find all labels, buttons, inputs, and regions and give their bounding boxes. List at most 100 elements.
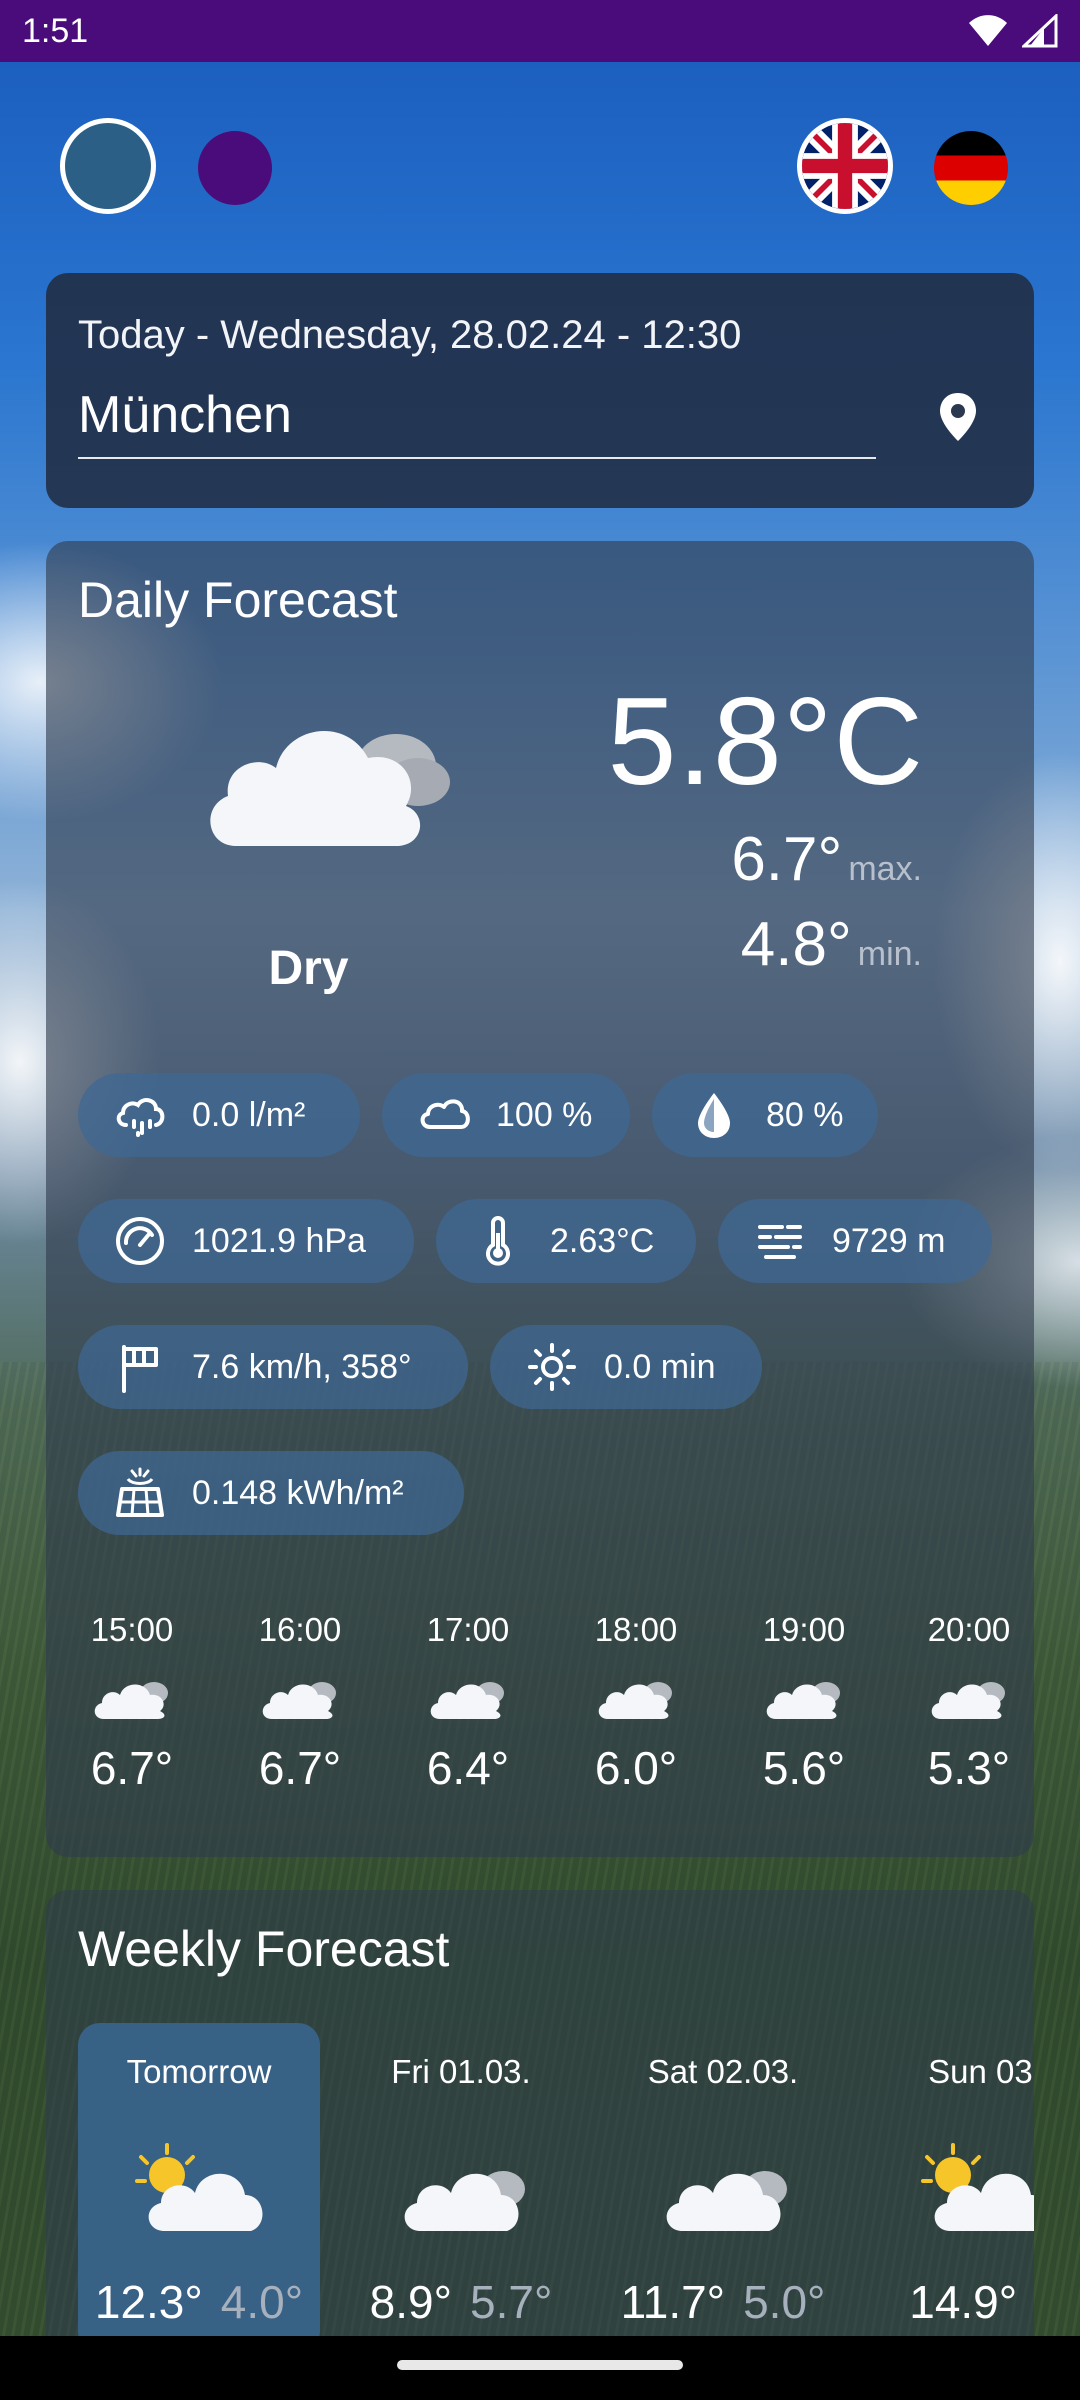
thermometer-icon [486, 1216, 510, 1266]
wind-chip: 7.6 km/h, 358° [78, 1325, 468, 1409]
week-day-item[interactable]: Sat 02.03. 11.7° 5.0° [602, 2023, 844, 2336]
day-label: Sat 02.03. [647, 2053, 799, 2090]
uk-flag-icon [802, 123, 888, 209]
hour-temp: 5.3° [927, 1742, 1011, 1794]
date-time-label: Today - Wednesday, 28.02.24 - 12:30 [78, 313, 742, 357]
hourly-item: 18:00 6.0° [571, 1611, 701, 1795]
hour-time: 18:00 [594, 1611, 678, 1648]
visibility-value: 9729 m [832, 1221, 946, 1260]
fog-icon [758, 1225, 802, 1259]
day-min-temp: 5.7° [470, 2276, 553, 2328]
max-label: max. [848, 850, 922, 888]
cloudy-icon [210, 731, 450, 846]
week-day-item[interactable]: Sun 03. 14.9°4 [864, 2023, 1034, 2336]
gauge-icon [116, 1217, 164, 1265]
day-max-temp: 12.3° [94, 2276, 203, 2328]
hourly-item: 15:00 6.7° [67, 1611, 197, 1795]
day-max-temp: 14.9° [909, 2276, 1018, 2328]
max-temperature-value: 6.7° [731, 825, 843, 894]
cloud-icon [420, 1099, 470, 1129]
hour-time: 20:00 [927, 1611, 1011, 1648]
purple-theme-button[interactable] [198, 131, 272, 205]
status-time: 1:51 [22, 11, 89, 50]
windsock-icon [122, 1345, 158, 1393]
visibility-chip: 9729 m [718, 1199, 992, 1283]
hourly-item: 17:00 6.4° [403, 1611, 533, 1795]
wind-value: 7.6 km/h, 358° [192, 1347, 412, 1386]
daily-forecast-card: Daily Forecast Dry 5.8°C 6.7° max. 4.8° … [46, 541, 1034, 1857]
hourly-item: 16:00 6.7° [235, 1611, 365, 1795]
partly-sunny-icon [135, 2143, 263, 2231]
pressure-chip: 1021.9 hPa [78, 1199, 414, 1283]
cloudy-icon [404, 2171, 525, 2231]
solar-value: 0.148 kWh/m² [192, 1473, 404, 1512]
daily-forecast-title: Daily Forecast [78, 572, 398, 628]
german-language-button[interactable] [934, 131, 1008, 205]
hourly-item: 20:00 5.3° [904, 1611, 1034, 1795]
cloud-cover-value: 100 % [496, 1095, 593, 1134]
day-max-temp: 11.7° [620, 2276, 726, 2328]
hourly-item: 19:00 5.6° [739, 1611, 869, 1795]
rain-cloud-icon [116, 1098, 165, 1137]
min-label: min. [857, 935, 922, 973]
blue-theme-button[interactable] [60, 118, 156, 214]
location-pin-icon[interactable] [926, 385, 990, 449]
settings-row [0, 118, 1080, 218]
day-label: Fri 01.03. [391, 2053, 531, 2090]
partly-sunny-icon [921, 2143, 1034, 2231]
weekly-forecast-card: Weekly Forecast Tomorrow 12.3° 4.0° Fri 0… [46, 1890, 1034, 2336]
cloud-cover-chip: 100 % [382, 1073, 630, 1157]
sunshine-value: 0.0 min [604, 1347, 716, 1386]
dew-point-chip: 2.63°C [436, 1199, 696, 1283]
hour-time: 19:00 [762, 1611, 846, 1648]
hourly-forecast[interactable]: 15:00 6.7° 16:00 6.7° 17:00 6.4° 18:00 6… [46, 1611, 1034, 1841]
day-label: Sun 03. [928, 2053, 1034, 2090]
max-temperature: 6.7° max. [731, 824, 922, 895]
dew-point-value: 2.63°C [550, 1221, 655, 1260]
humidity-value: 80 % [766, 1095, 844, 1134]
week-day-item[interactable]: Tomorrow 12.3° 4.0° [78, 2023, 320, 2336]
condition-label: Dry [268, 942, 349, 995]
hour-time: 17:00 [426, 1611, 510, 1648]
humidity-chip: 80 % [652, 1073, 878, 1157]
sunshine-chip: 0.0 min [490, 1325, 762, 1409]
cloudy-icon [931, 1682, 1005, 1719]
city-input[interactable]: München [78, 385, 292, 445]
home-gesture-handle[interactable] [397, 2360, 683, 2370]
status-bar: 1:51 [0, 0, 1080, 62]
solar-panel-icon [116, 1467, 164, 1517]
hour-temp: 5.6° [762, 1742, 846, 1794]
cloudy-icon [262, 1682, 336, 1719]
sun-icon [528, 1343, 576, 1391]
week-day-item[interactable]: Fri 01.03. 8.9° 5.7° [340, 2023, 582, 2336]
hour-temp: 6.0° [594, 1742, 678, 1794]
day-min-temp: 4.0° [220, 2276, 304, 2328]
cloudy-icon [766, 1682, 840, 1719]
day-max-temp: 8.9° [369, 2276, 452, 2328]
hour-time: 16:00 [258, 1611, 342, 1648]
city-input-underline [78, 457, 876, 459]
wifi-icon [969, 15, 1007, 46]
hour-temp: 6.4° [426, 1742, 510, 1794]
precipitation-chip: 0.0 l/m² [78, 1073, 360, 1157]
hour-time: 15:00 [90, 1611, 174, 1648]
english-language-button[interactable] [797, 118, 893, 214]
pressure-value: 1021.9 hPa [192, 1221, 366, 1260]
min-temperature: 4.8° min. [741, 909, 922, 980]
hour-temp: 6.7° [90, 1742, 174, 1794]
water-drop-icon [698, 1093, 730, 1138]
weekly-forecast-title: Weekly Forecast [78, 1921, 450, 1977]
hour-temp: 6.7° [258, 1742, 342, 1794]
signal-icon [1022, 14, 1058, 48]
cloudy-icon [666, 2171, 787, 2231]
day-label: Tomorrow [126, 2053, 272, 2090]
cloudy-icon [430, 1682, 504, 1719]
cloudy-icon [598, 1682, 672, 1719]
cloudy-icon [94, 1682, 168, 1719]
location-card: Today - Wednesday, 28.02.24 - 12:30 Münc… [46, 273, 1034, 508]
current-temperature: 5.8°C [607, 673, 924, 811]
day-min-temp: 5.0° [743, 2276, 826, 2328]
min-temperature-value: 4.8° [740, 910, 852, 979]
navigation-bar [0, 2336, 1080, 2400]
precipitation-value: 0.0 l/m² [192, 1095, 306, 1134]
